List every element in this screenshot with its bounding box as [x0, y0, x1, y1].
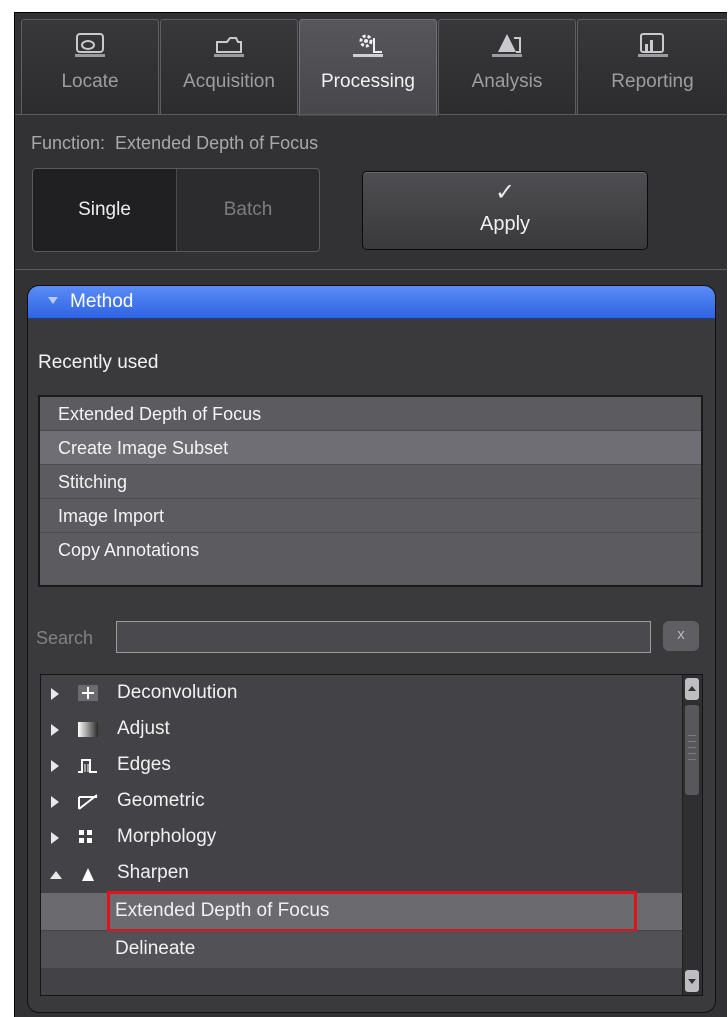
- deconvolution-icon: [78, 685, 98, 701]
- tab-label: Analysis: [471, 71, 543, 92]
- tree-item-label: Adjust: [117, 718, 170, 739]
- tree-item-label: Geometric: [117, 790, 205, 811]
- expand-arrow-icon[interactable]: [51, 724, 59, 736]
- tree-scrollbar[interactable]: [682, 675, 702, 995]
- processing-panel: Locate Acquisition Processing Analysis R…: [14, 12, 727, 1017]
- arrow-down-icon: [688, 979, 696, 984]
- function-label: Function: Extended Depth of Focus: [31, 133, 318, 154]
- tree-item-label: Sharpen: [117, 862, 189, 883]
- tree-child-delineate[interactable]: Delineate: [41, 931, 682, 968]
- tree-item-morphology[interactable]: Morphology: [41, 819, 682, 856]
- recently-used-label: Recently used: [38, 352, 159, 373]
- tree-item-geometric[interactable]: Geometric: [41, 783, 682, 820]
- tab-label: Acquisition: [183, 71, 275, 92]
- method-header[interactable]: Method: [28, 286, 715, 319]
- tree-item-label: Edges: [117, 754, 171, 775]
- single-button[interactable]: Single: [33, 169, 177, 251]
- tab-acquisition[interactable]: Acquisition: [160, 19, 298, 115]
- arrow-up-icon: [688, 686, 696, 691]
- tab-reporting[interactable]: Reporting: [577, 19, 727, 115]
- tree-item-label: Delineate: [115, 938, 196, 959]
- recent-item[interactable]: Copy Annotations: [40, 533, 701, 567]
- locate-icon: [75, 33, 105, 57]
- tree-item-edges[interactable]: Edges: [41, 747, 682, 784]
- expand-arrow-icon[interactable]: [51, 760, 59, 772]
- expand-arrow-icon[interactable]: [51, 796, 59, 808]
- tab-locate[interactable]: Locate: [21, 19, 159, 115]
- analysis-icon: [492, 34, 522, 57]
- mode-toggle: Single Batch: [32, 168, 320, 252]
- tree-item-label: Morphology: [117, 826, 217, 847]
- expand-arrow-icon[interactable]: [51, 832, 59, 844]
- tree-item-adjust[interactable]: Adjust: [41, 711, 682, 748]
- section-divider: [15, 269, 727, 270]
- edges-icon: [78, 759, 97, 773]
- recent-item[interactable]: Stitching: [40, 465, 701, 499]
- selection-highlight: [107, 891, 637, 932]
- geometric-icon: [78, 794, 98, 810]
- tab-label: Processing: [321, 71, 415, 92]
- search-input[interactable]: [116, 621, 651, 653]
- function-caption: Function:: [31, 133, 106, 153]
- apply-button[interactable]: ✓ Apply: [362, 171, 648, 250]
- tab-label: Reporting: [611, 71, 694, 92]
- tree-item-label: Deconvolution: [117, 682, 238, 703]
- tree-item-deconvolution[interactable]: Deconvolution: [41, 675, 682, 712]
- recent-item[interactable]: Extended Depth of Focus: [40, 397, 701, 431]
- tree-item-sharpen[interactable]: Sharpen: [41, 855, 682, 892]
- scroll-up-button[interactable]: [685, 678, 699, 700]
- tree-child-extended-depth-of-focus[interactable]: Extended Depth of Focus: [41, 891, 682, 932]
- acquisition-icon: [214, 37, 244, 57]
- recent-item[interactable]: Image Import: [40, 499, 701, 533]
- function-value: Extended Depth of Focus: [115, 133, 319, 153]
- main-tabs: Locate Acquisition Processing Analysis R…: [21, 19, 727, 116]
- scroll-down-button[interactable]: [685, 970, 699, 992]
- tab-label: Locate: [61, 71, 119, 92]
- tab-analysis[interactable]: Analysis: [438, 19, 576, 115]
- apply-label: Apply: [479, 213, 531, 235]
- processing-icon: [353, 34, 383, 57]
- method-tree: Deconvolution Adjust Edges Geometric Mor…: [40, 674, 703, 996]
- recently-used-list: Extended Depth of Focus Create Image Sub…: [38, 395, 703, 587]
- method-title: Method: [70, 291, 134, 312]
- expand-arrow-icon[interactable]: [51, 688, 59, 700]
- tab-divider: [15, 114, 727, 115]
- recent-item[interactable]: Create Image Subset: [40, 431, 701, 465]
- reporting-icon: [637, 33, 668, 57]
- clear-search-button[interactable]: x: [663, 621, 699, 651]
- method-panel: Method Recently used Extended Depth of F…: [27, 285, 716, 1013]
- morphology-icon: [79, 830, 92, 843]
- scroll-thumb[interactable]: [685, 705, 699, 795]
- collapse-arrow-icon[interactable]: [50, 871, 62, 879]
- tab-processing[interactable]: Processing: [299, 19, 437, 116]
- batch-button[interactable]: Batch: [177, 169, 319, 251]
- checkmark-icon: ✓: [494, 179, 516, 206]
- collapse-triangle-icon: [48, 297, 58, 304]
- adjust-icon: [78, 722, 98, 737]
- sharpen-icon: [82, 868, 94, 881]
- search-label: Search: [36, 628, 94, 648]
